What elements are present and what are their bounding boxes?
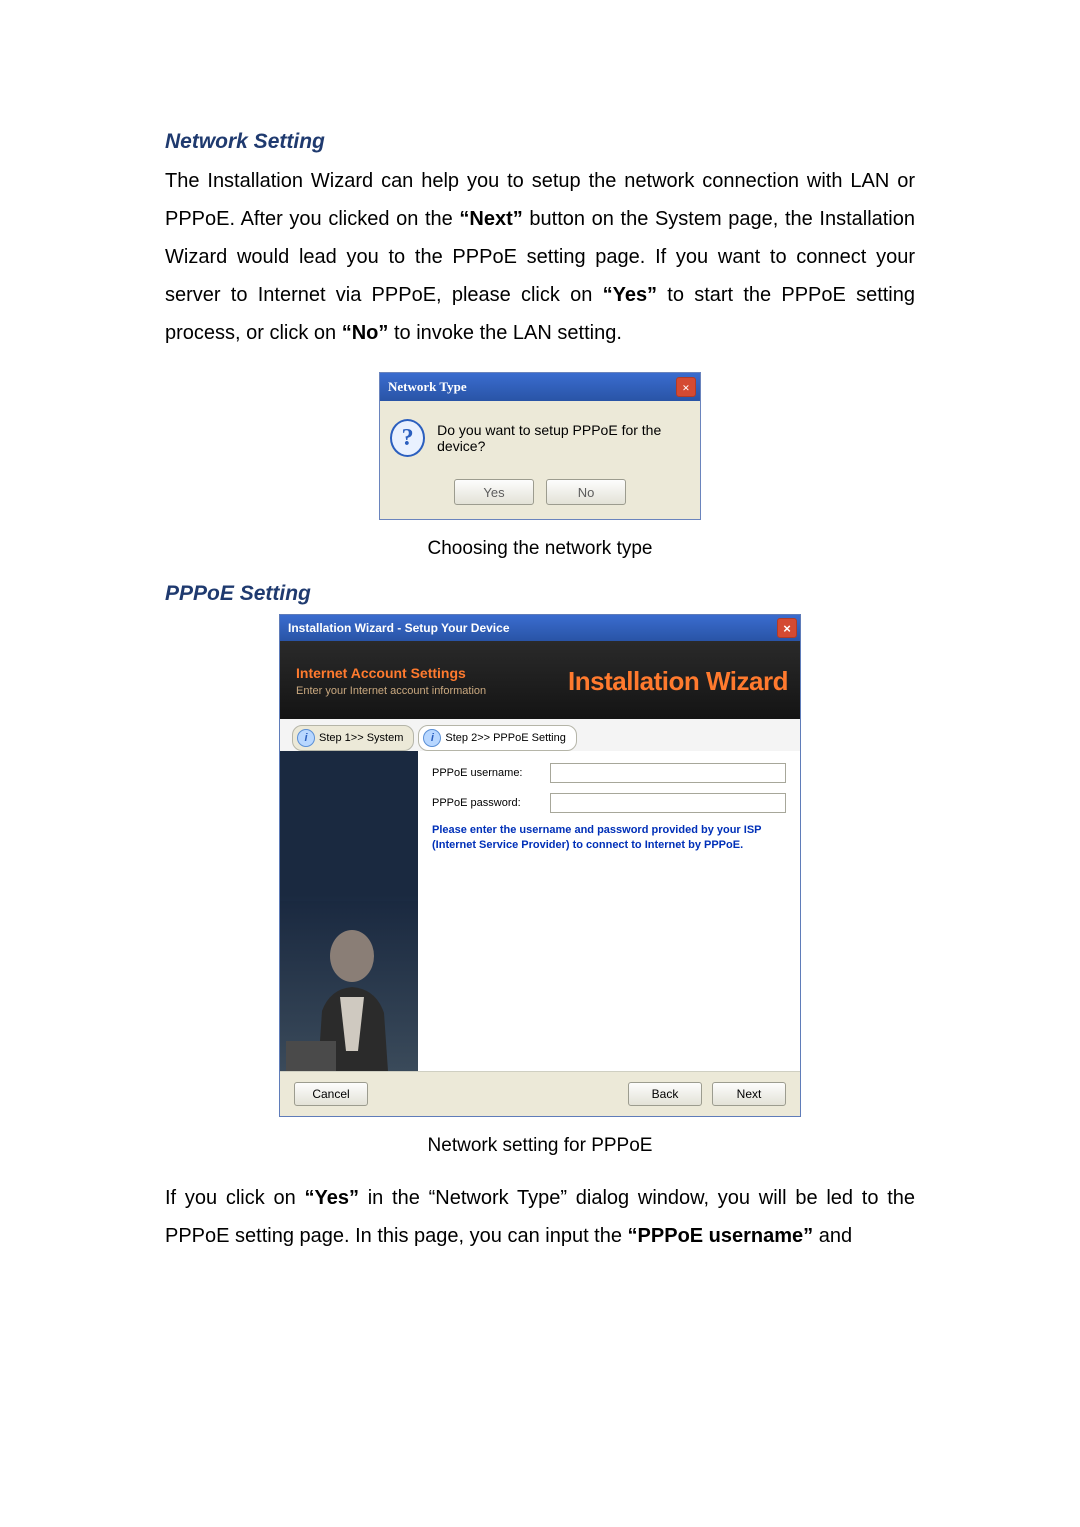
no-button-label: No xyxy=(578,485,595,500)
yes-button[interactable]: Yes xyxy=(454,479,534,505)
next-button[interactable]: Next xyxy=(712,1082,786,1106)
text-fragment: to invoke the LAN setting. xyxy=(394,322,622,344)
text-fragment-bold: “Next” xyxy=(459,208,522,230)
wizard-brand-text: Installation Wizard xyxy=(568,666,788,697)
password-label: PPPoE password: xyxy=(432,797,542,809)
wizard-dialog: Installation Wizard - Setup Your Device … xyxy=(279,614,801,1117)
username-input[interactable] xyxy=(550,763,786,783)
wizard-hint-text: Please enter the username and password p… xyxy=(432,823,786,853)
dialog-title-text: Network Type xyxy=(388,379,467,395)
dialog-button-row: Yes No xyxy=(454,479,626,505)
wizard-footer: Cancel Back Next xyxy=(280,1071,800,1116)
tab-label: Step 2>> PPPoE Setting xyxy=(445,732,565,744)
password-input[interactable] xyxy=(550,793,786,813)
close-button[interactable]: × xyxy=(676,377,696,397)
paragraph-network-intro: The Installation Wizard can help you to … xyxy=(165,162,915,352)
dialog-titlebar: Network Type × xyxy=(380,373,700,401)
wizard-header-left: Internet Account Settings Enter your Int… xyxy=(296,665,486,697)
username-label: PPPoE username: xyxy=(432,767,542,779)
tab-step2-pppoe[interactable]: i Step 2>> PPPoE Setting xyxy=(418,725,576,751)
wizard-header: Internet Account Settings Enter your Int… xyxy=(280,641,800,719)
wizard-side-image xyxy=(280,751,418,1071)
network-type-dialog-wrap: Network Type × ? Do you want to setup PP… xyxy=(165,372,915,520)
wizard-title-text: Installation Wizard - Setup Your Device xyxy=(288,621,510,635)
text-fragment-bold: “PPPoE username” xyxy=(628,1225,814,1247)
close-button[interactable]: × xyxy=(777,618,797,638)
wizard-tabs: i Step 1>> System i Step 2>> PPPoE Setti… xyxy=(280,719,800,751)
close-icon: × xyxy=(783,622,791,635)
info-icon: i xyxy=(297,729,315,747)
cancel-button[interactable]: Cancel xyxy=(294,1082,368,1106)
tab-step1-system[interactable]: i Step 1>> System xyxy=(292,725,414,751)
question-icon: ? xyxy=(390,419,425,457)
tab-label: Step 1>> System xyxy=(319,732,403,744)
dialog-message-text: Do you want to setup PPPoE for the devic… xyxy=(437,422,690,454)
no-button[interactable]: No xyxy=(546,479,626,505)
cancel-button-label: Cancel xyxy=(312,1087,349,1101)
info-icon: i xyxy=(423,729,441,747)
wizard-header-subtitle: Enter your Internet account information xyxy=(296,685,486,697)
dialog-body: ? Do you want to setup PPPoE for the dev… xyxy=(380,401,700,519)
figure-caption: Choosing the network type xyxy=(165,538,915,560)
person-illustration xyxy=(280,901,418,1071)
wizard-header-title: Internet Account Settings xyxy=(296,665,486,681)
text-fragment-bold: “Yes” xyxy=(305,1187,359,1209)
back-button-label: Back xyxy=(652,1087,679,1101)
heading-network-setting: Network Setting xyxy=(165,130,915,154)
text-fragment-bold: “Yes” xyxy=(603,284,657,306)
paragraph-pppoe-followup: If you click on “Yes” in the “Network Ty… xyxy=(165,1179,915,1255)
wizard-titlebar: Installation Wizard - Setup Your Device … xyxy=(280,615,800,641)
heading-pppoe-setting: PPPoE Setting xyxy=(165,582,915,606)
dialog-message-row: ? Do you want to setup PPPoE for the dev… xyxy=(390,419,690,457)
figure-caption: Network setting for PPPoE xyxy=(165,1135,915,1157)
network-type-dialog: Network Type × ? Do you want to setup PP… xyxy=(379,372,701,520)
next-button-label: Next xyxy=(737,1087,762,1101)
wizard-main: PPPoE username: PPPoE password: Please e… xyxy=(280,751,800,1071)
wizard-footer-right: Back Next xyxy=(628,1082,786,1106)
wizard-dialog-wrap: Installation Wizard - Setup Your Device … xyxy=(165,614,915,1117)
field-row-username: PPPoE username: xyxy=(432,763,786,783)
yes-button-label: Yes xyxy=(483,485,504,500)
question-mark-glyph: ? xyxy=(402,425,414,452)
document-page: Network Setting The Installation Wizard … xyxy=(0,0,1080,1335)
text-fragment: If you click on xyxy=(165,1187,305,1209)
text-fragment-bold: “No” xyxy=(342,322,389,344)
text-fragment: and xyxy=(819,1225,852,1247)
field-row-password: PPPoE password: xyxy=(432,793,786,813)
back-button[interactable]: Back xyxy=(628,1082,702,1106)
close-icon: × xyxy=(682,381,689,394)
wizard-content: PPPoE username: PPPoE password: Please e… xyxy=(418,751,800,1071)
